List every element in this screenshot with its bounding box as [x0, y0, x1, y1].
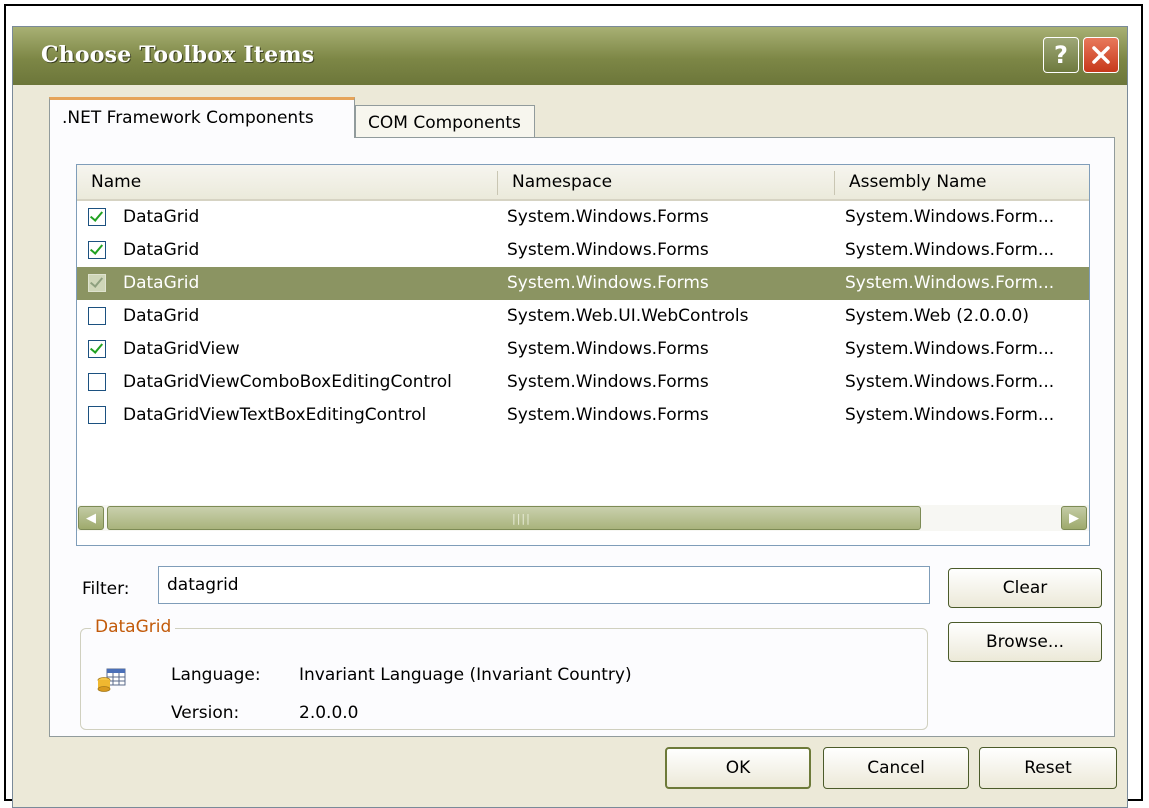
tab-com-components[interactable]: COM Components	[355, 105, 535, 139]
version-label: Version:	[171, 703, 240, 723]
item-checkbox[interactable]	[88, 307, 106, 325]
language-label: Language:	[171, 665, 261, 685]
item-name: DataGridViewComboBoxEditingControl	[123, 372, 452, 392]
item-namespace: System.Windows.Forms	[507, 339, 709, 359]
item-checkbox[interactable]	[88, 208, 106, 226]
grip-icon: ||||	[512, 512, 531, 525]
list-header: Name Namespace Assembly Name	[77, 165, 1089, 201]
list-item[interactable]: DataGridViewTextBoxEditingControl System.…	[77, 399, 1089, 432]
filter-label: Filter:	[82, 579, 130, 599]
cancel-button[interactable]: Cancel	[823, 747, 969, 789]
item-assembly-name: System.Windows.Form...	[845, 207, 1055, 227]
item-namespace: System.Windows.Forms	[507, 405, 709, 425]
item-name: DataGridView	[123, 339, 240, 359]
item-name: DataGrid	[123, 240, 200, 260]
item-name: DataGrid	[123, 306, 200, 326]
details-group: DataGrid Language: Invariant Language (I…	[80, 617, 928, 730]
column-header-assembly-name[interactable]: Assembly Name	[835, 165, 1089, 199]
window-title: Choose Toolbox Items	[41, 42, 315, 68]
item-namespace: System.Windows.Forms	[507, 372, 709, 392]
item-namespace: System.Windows.Forms	[507, 273, 709, 293]
tab-net-framework-components[interactable]: .NET Framework Components	[49, 97, 355, 138]
help-button[interactable]: ?	[1043, 37, 1079, 73]
tab-label: COM Components	[368, 113, 521, 133]
horizontal-scrollbar[interactable]: ◀ |||| ▶	[77, 505, 1089, 531]
page-frame: Choose Toolbox Items ? .NET Framework Co…	[4, 4, 1143, 808]
reset-button[interactable]: Reset	[979, 747, 1117, 789]
list-item[interactable]: DataGrid System.Windows.Forms System.Windo…	[77, 267, 1089, 300]
title-bar[interactable]: Choose Toolbox Items ?	[13, 27, 1127, 85]
scroll-left-button[interactable]: ◀	[78, 506, 104, 530]
item-assembly-name: System.Windows.Form...	[845, 273, 1055, 293]
scroll-right-button[interactable]: ▶	[1061, 506, 1087, 530]
clear-button[interactable]: Clear	[948, 568, 1102, 608]
item-namespace: System.Web.UI.WebControls	[507, 306, 749, 326]
list-item[interactable]: DataGrid System.Web.UI.WebControls System.…	[77, 300, 1089, 333]
item-name: DataGridViewTextBoxEditingControl	[123, 405, 427, 425]
item-checkbox[interactable]	[88, 340, 106, 358]
item-assembly-name: System.Windows.Form...	[845, 339, 1055, 359]
item-assembly-name: System.Web (2.0.0.0)	[845, 306, 1030, 326]
item-name: DataGrid	[123, 207, 200, 227]
item-checkbox[interactable]	[88, 406, 106, 424]
arrow-right-icon: ▶	[1069, 510, 1079, 526]
item-namespace: System.Windows.Forms	[507, 207, 709, 227]
help-icon: ?	[1054, 41, 1068, 69]
close-button[interactable]	[1083, 37, 1119, 73]
column-header-name[interactable]: Name	[77, 165, 497, 199]
item-assembly-name: System.Windows.Form...	[845, 240, 1055, 260]
ok-button[interactable]: OK	[665, 747, 811, 789]
column-header-namespace[interactable]: Namespace	[498, 165, 834, 199]
list-item[interactable]: DataGridViewComboBoxEditingControl System…	[77, 366, 1089, 399]
tab-label: .NET Framework Components	[62, 108, 314, 128]
filter-input[interactable]	[158, 566, 930, 604]
tab-panel: Name Namespace Assembly Name DataGrid Sys…	[49, 137, 1115, 737]
item-checkbox[interactable]	[88, 241, 106, 259]
scroll-thumb[interactable]: ||||	[107, 506, 921, 530]
close-icon	[1092, 46, 1110, 64]
version-value: 2.0.0.0	[299, 703, 359, 723]
component-icon	[97, 668, 126, 692]
list-item[interactable]: DataGridView System.Windows.Forms System.W…	[77, 333, 1089, 366]
item-assembly-name: System.Windows.Form...	[845, 372, 1055, 392]
item-checkbox[interactable]	[88, 274, 106, 292]
item-name: DataGrid	[123, 273, 200, 293]
list-item[interactable]: DataGrid System.Windows.Forms System.Windo…	[77, 234, 1089, 267]
item-assembly-name: System.Windows.Form...	[845, 405, 1055, 425]
list-item[interactable]: DataGrid System.Windows.Forms System.Windo…	[77, 201, 1089, 234]
item-checkbox[interactable]	[88, 373, 106, 391]
language-value: Invariant Language (Invariant Country)	[299, 665, 632, 685]
browse-button[interactable]: Browse...	[948, 622, 1102, 662]
arrow-left-icon: ◀	[86, 510, 96, 526]
details-group-title: DataGrid	[91, 617, 176, 637]
dialog-window: Choose Toolbox Items ? .NET Framework Co…	[12, 26, 1128, 808]
components-list[interactable]: Name Namespace Assembly Name DataGrid Sys…	[76, 164, 1090, 546]
item-namespace: System.Windows.Forms	[507, 240, 709, 260]
